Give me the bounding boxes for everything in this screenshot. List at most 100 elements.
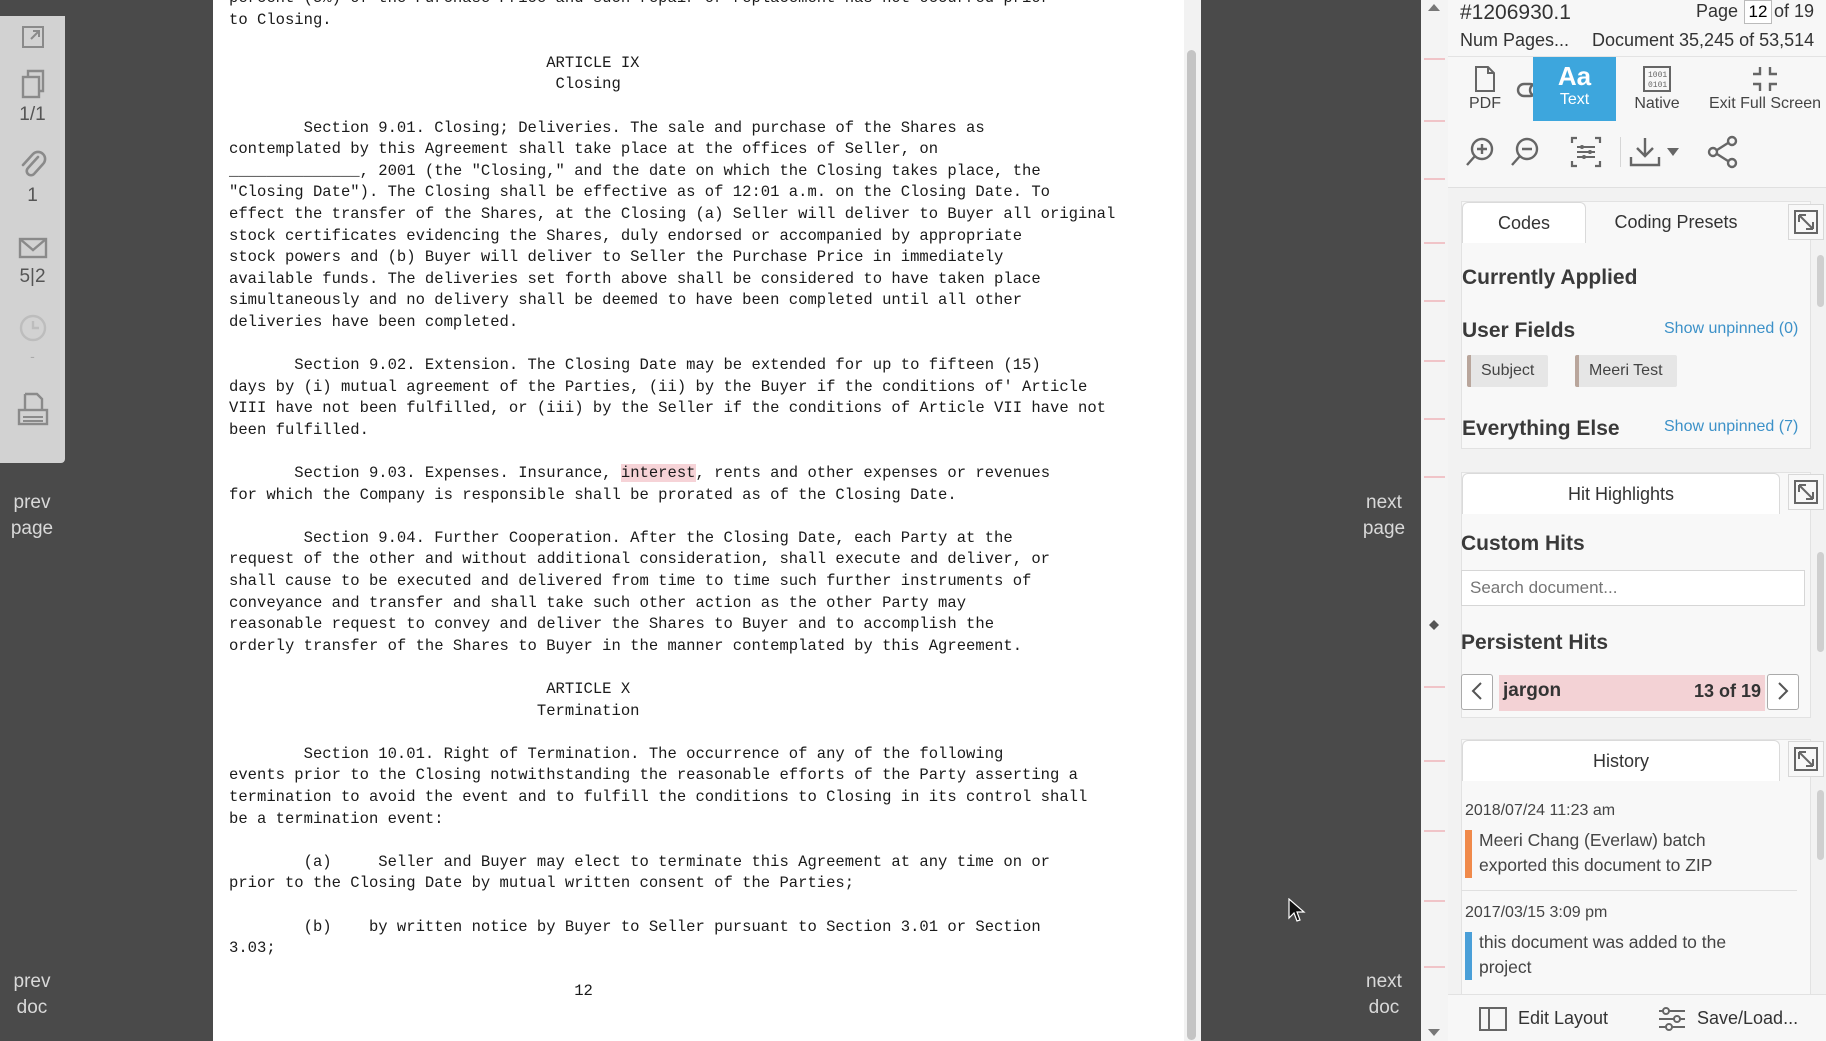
document-lines: for which the Company is responsible sha… xyxy=(229,485,1088,1001)
hit-marker-strip[interactable] xyxy=(1421,0,1448,1041)
document-text: percent (5%) of the Purchase Price and s… xyxy=(229,0,1115,1003)
code-chip-meeri-test[interactable]: Meeri Test xyxy=(1575,355,1677,387)
hit-marker[interactable] xyxy=(1424,242,1445,244)
zoom-in-icon[interactable] xyxy=(1464,135,1498,169)
hit-marker[interactable] xyxy=(1424,120,1445,122)
codes-scrollbar[interactable] xyxy=(1817,255,1824,307)
view-pdf-label: PDF xyxy=(1469,95,1501,112)
edit-layout-label: Edit Layout xyxy=(1518,1008,1609,1028)
next-page-label: next xyxy=(1366,492,1402,513)
view-native-label: Native xyxy=(1634,95,1680,112)
tab-history[interactable]: History xyxy=(1462,740,1780,781)
save-load-label: Save/Load... xyxy=(1697,1008,1799,1028)
expand-window-button[interactable] xyxy=(0,24,65,50)
hit-marker[interactable] xyxy=(1424,178,1445,180)
svg-text:1001: 1001 xyxy=(1648,71,1667,80)
page-total: of 19 xyxy=(1774,1,1815,21)
next-page-label: page xyxy=(1362,518,1406,539)
hit-highlights-scrollbar[interactable] xyxy=(1817,552,1824,652)
next-page-button[interactable]: next page xyxy=(1352,490,1416,542)
prev-doc-label: doc xyxy=(16,997,48,1018)
hit-term: jargon xyxy=(1503,680,1562,701)
download-icon[interactable] xyxy=(1628,135,1662,169)
history-entry: this document was added to the project xyxy=(1465,930,1726,980)
persistent-hits-heading: Persistent Hits xyxy=(1461,631,1609,654)
bottom-bar: Edit Layout Save/Load... xyxy=(1448,994,1826,1041)
hit-marker[interactable] xyxy=(1424,760,1445,762)
svg-text:0101: 0101 xyxy=(1648,81,1667,90)
chevron-down-icon[interactable] xyxy=(1666,147,1680,157)
history-entry-text: project xyxy=(1479,957,1532,977)
share-icon[interactable] xyxy=(1706,135,1740,169)
everything-else-heading: Everything Else xyxy=(1462,417,1620,440)
paperclip-icon xyxy=(21,150,46,177)
view-text-button[interactable]: Aa Text xyxy=(1533,57,1616,121)
fit-page-icon[interactable] xyxy=(1569,135,1603,169)
hit-marker[interactable] xyxy=(1424,418,1445,420)
scroll-down-icon[interactable] xyxy=(1427,1028,1441,1038)
chevron-left-icon xyxy=(1471,681,1482,700)
history-button[interactable]: - xyxy=(0,312,65,364)
persistent-hit-navigator: jargon 13 of 19 xyxy=(1461,673,1806,713)
prev-page-button[interactable]: prev page xyxy=(0,490,64,542)
num-pages-link[interactable]: Num Pages... xyxy=(1460,30,1569,51)
search-document-input[interactable] xyxy=(1461,570,1805,606)
tab-codes[interactable]: Codes xyxy=(1462,202,1586,243)
history-count: - xyxy=(30,348,35,364)
expand-history-button[interactable] xyxy=(1788,741,1824,777)
view-mode-bar: PDF Aa Text 1001 0101 Native Exit Full Sc… xyxy=(1448,56,1826,121)
view-native-button[interactable]: 1001 0101 Native xyxy=(1622,57,1692,121)
document-scrollbar-thumb[interactable] xyxy=(1187,50,1196,1040)
document-header: #1206930.1 Page of 19 Num Pages... Docum… xyxy=(1448,0,1826,56)
expand-hit-highlights-button[interactable] xyxy=(1788,474,1824,510)
next-doc-label: next xyxy=(1366,971,1402,992)
view-pdf-button[interactable]: PDF xyxy=(1460,57,1510,121)
document-page: percent (5%) of the Purchase Price and s… xyxy=(213,0,1201,1041)
currently-applied-heading: Currently Applied xyxy=(1462,266,1638,289)
layout-icon xyxy=(1479,1007,1507,1031)
next-doc-button[interactable]: next doc xyxy=(1352,969,1416,1021)
left-toolbar: 1/1 1 5|2 - xyxy=(0,16,65,463)
show-unpinned-everything-else-link[interactable]: Show unpinned (7) xyxy=(1664,418,1798,436)
history-scrollbar[interactable] xyxy=(1817,790,1824,860)
hit-marker[interactable] xyxy=(1424,966,1445,968)
view-text-label: Text xyxy=(1559,91,1590,108)
clock-icon xyxy=(19,314,46,342)
prev-doc-button[interactable]: prev doc xyxy=(0,969,64,1021)
next-doc-label: doc xyxy=(1368,997,1400,1018)
previous-hit-button[interactable] xyxy=(1461,674,1493,710)
print-button[interactable] xyxy=(0,390,65,430)
history-date: 2018/07/24 11:23 am xyxy=(1465,802,1616,819)
attachments-button[interactable]: 1 xyxy=(0,149,65,207)
tab-hit-highlights[interactable]: Hit Highlights xyxy=(1462,473,1780,514)
copies-button[interactable]: 1/1 xyxy=(0,68,65,126)
expand-codes-button[interactable] xyxy=(1788,204,1824,240)
exit-fullscreen-icon xyxy=(1753,67,1777,91)
hit-marker[interactable] xyxy=(1424,900,1445,902)
tab-coding-presets[interactable]: Coding Presets xyxy=(1592,202,1760,242)
scroll-up-icon[interactable] xyxy=(1427,2,1441,12)
page-number-input[interactable] xyxy=(1744,0,1772,24)
hit-marker[interactable] xyxy=(1424,300,1445,302)
show-unpinned-user-fields-link[interactable]: Show unpinned (0) xyxy=(1664,320,1798,338)
save-load-button[interactable]: Save/Load... xyxy=(1657,995,1798,1041)
edit-layout-button[interactable]: Edit Layout xyxy=(1478,995,1608,1041)
email-thread-button[interactable]: 5|2 xyxy=(0,234,65,288)
printer-icon xyxy=(17,392,48,426)
history-divider xyxy=(1461,890,1797,891)
hit-marker[interactable] xyxy=(1424,360,1445,362)
zoom-out-icon[interactable] xyxy=(1509,135,1543,169)
hit-marker[interactable] xyxy=(1424,830,1445,832)
toolbar xyxy=(1448,121,1826,188)
prev-page-label: page xyxy=(10,518,54,539)
exit-full-screen-button[interactable]: Exit Full Screen xyxy=(1706,57,1824,121)
attachments-count: 1 xyxy=(27,185,38,206)
hit-marker[interactable] xyxy=(1424,58,1445,60)
hit-marker[interactable] xyxy=(1424,686,1445,688)
next-hit-button[interactable] xyxy=(1767,674,1799,710)
hit-marker[interactable] xyxy=(1424,476,1445,478)
hit-term-bar[interactable]: jargon 13 of 19 xyxy=(1499,675,1765,711)
prev-page-label: prev xyxy=(13,492,51,513)
code-chip-subject[interactable]: Subject xyxy=(1467,355,1549,387)
text-aa-icon: Aa xyxy=(1557,61,1592,91)
